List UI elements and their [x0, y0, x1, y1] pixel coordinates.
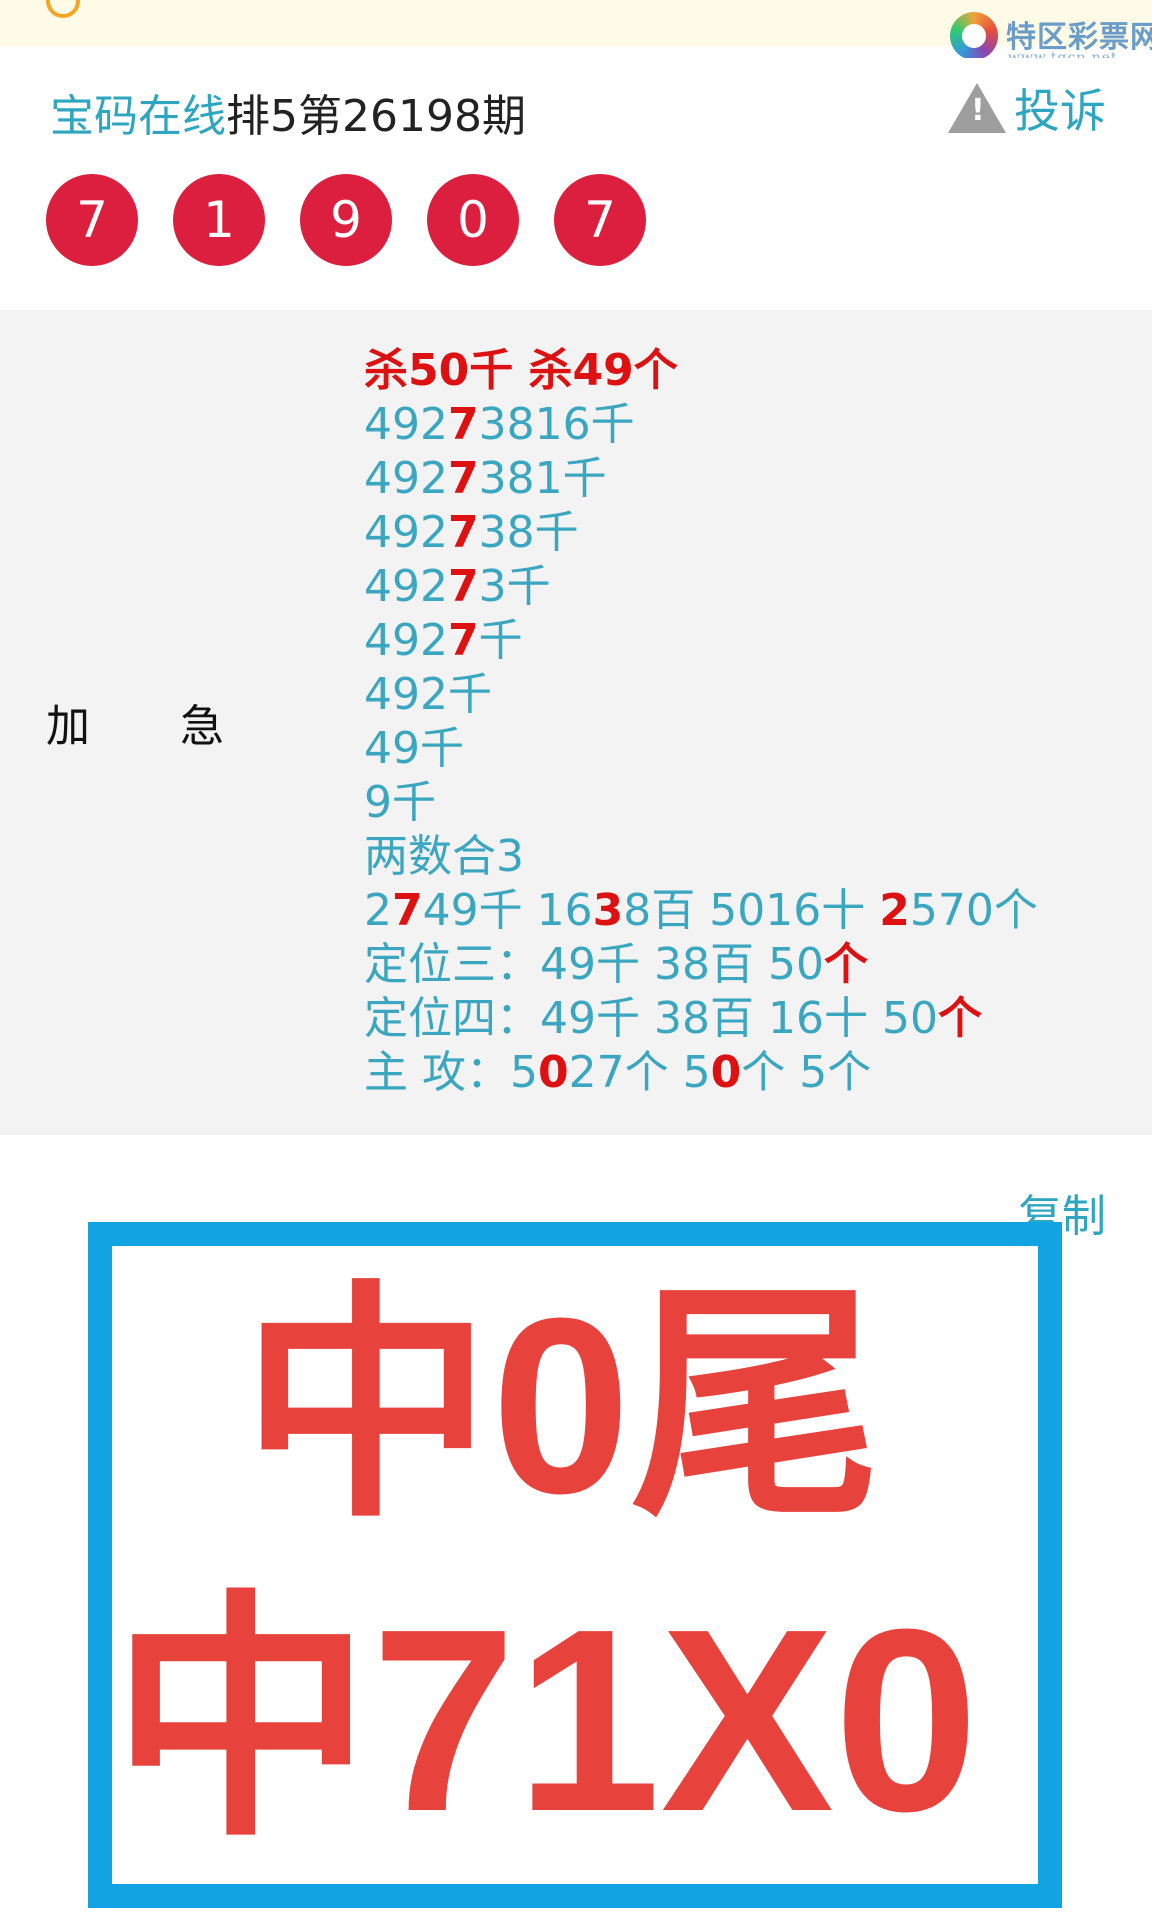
stamp-line-1: 中0尾 — [241, 1266, 881, 1545]
issue-text: 排5第26198期 — [226, 91, 526, 142]
forecast-line: 定位三：49千 38百 50个 — [364, 939, 868, 990]
forecast-line: 定位四：49千 38百 16十 50个 — [364, 993, 982, 1044]
result-ball: 1 — [173, 174, 265, 266]
complain-label: 投诉 — [1014, 84, 1106, 138]
page-title: 宝码在线排5第26198期 — [50, 80, 526, 144]
forecast-line: 2749千 1638百 5016十 2570个 — [364, 885, 1038, 936]
forecast-label: 加急 — [46, 701, 314, 752]
forecast-panel: 加急 杀50千 杀49个 49273816千 4927381千 492738千 … — [0, 310, 1152, 1135]
draw-result-balls: 7 1 9 0 7 — [46, 174, 681, 266]
forecast-line: 9千 — [364, 777, 436, 828]
result-ball: 9 — [300, 174, 392, 266]
site-name-link[interactable]: 宝码在线 — [50, 91, 226, 142]
forecast-line: 两数合3 — [364, 831, 524, 882]
forecast-line: 4927千 — [364, 615, 523, 666]
forecast-line: 49千 — [364, 723, 464, 774]
stamp-line-2: 中71X0 — [111, 1576, 979, 1866]
forecast-lines: 杀50千 杀49个 49273816千 4927381千 492738千 492… — [364, 344, 1038, 1100]
warning-icon: ! — [948, 83, 1006, 133]
kill-line: 杀50千 杀49个 — [364, 345, 678, 396]
forecast-line: 49273816千 — [364, 399, 635, 450]
result-ball: 0 — [427, 174, 519, 266]
logo-swirl-icon — [950, 12, 998, 60]
forecast-line: 主 攻：5027个 50个 5个 — [364, 1047, 872, 1098]
forecast-line: 4927381千 — [364, 453, 607, 504]
bell-icon — [46, 0, 80, 18]
forecast-line: 492738千 — [364, 507, 579, 558]
post-header: 宝码在线排5第26198期 ! 投诉 7 1 9 0 7 — [0, 58, 1152, 308]
forecast-line: 492千 — [364, 669, 492, 720]
complain-button[interactable]: ! 投诉 — [948, 80, 1106, 138]
forecast-line: 49273千 — [364, 561, 551, 612]
result-ball: 7 — [554, 174, 646, 266]
promo-stamp-image: 中0尾 中71X0 — [88, 1222, 1062, 1908]
result-ball: 7 — [46, 174, 138, 266]
